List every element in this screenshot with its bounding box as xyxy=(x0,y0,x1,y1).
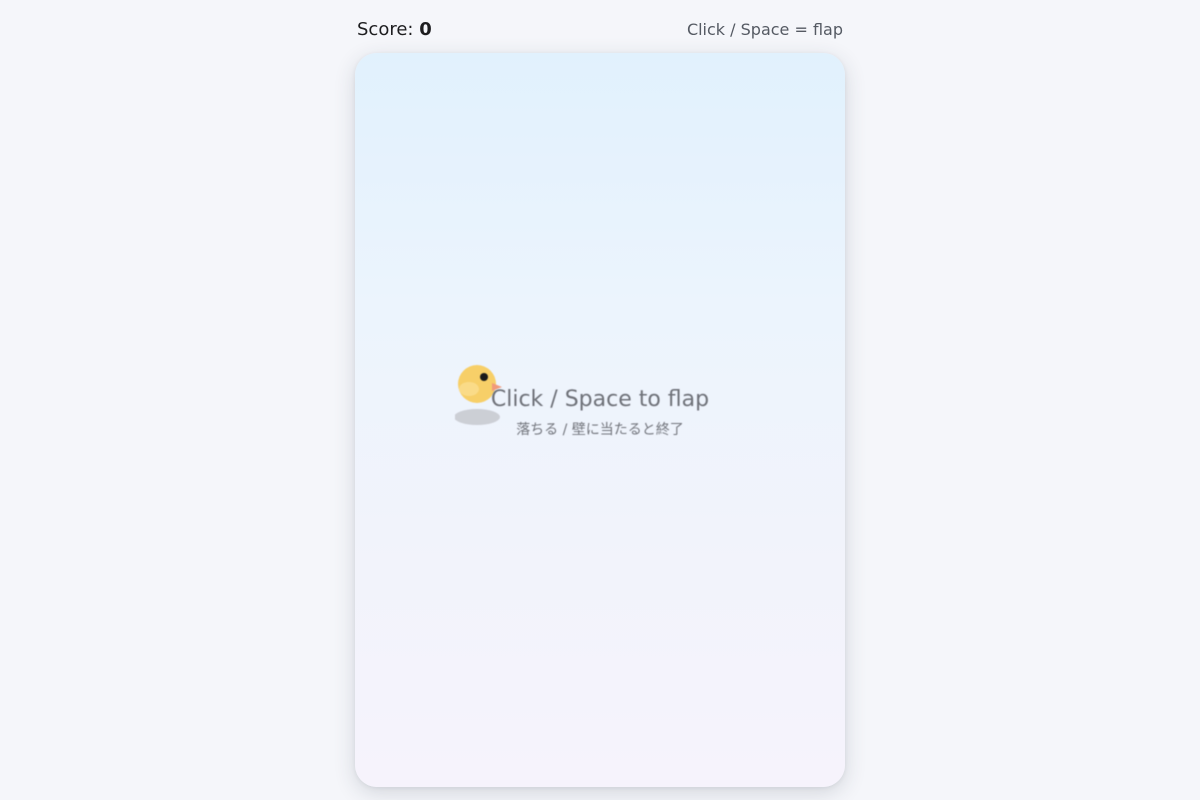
start-subtitle: 落ちる / 壁に当たると終了 xyxy=(516,422,684,438)
start-title: Click / Space to flap xyxy=(490,387,710,412)
start-overlay: Click / Space to flap 落ちる / 壁に当たると終了 xyxy=(355,385,845,440)
controls-hint: Click / Space = flap xyxy=(686,19,843,39)
top-bar: Score: 0 Click / Space = flap xyxy=(357,16,843,42)
bird-eye xyxy=(480,373,488,381)
score-display: Score: 0 xyxy=(357,19,432,40)
score-value: 0 xyxy=(419,18,432,40)
score-label: Score: xyxy=(357,18,414,40)
game-canvas[interactable]: Click / Space to flap 落ちる / 壁に当たると終了 xyxy=(355,53,845,787)
